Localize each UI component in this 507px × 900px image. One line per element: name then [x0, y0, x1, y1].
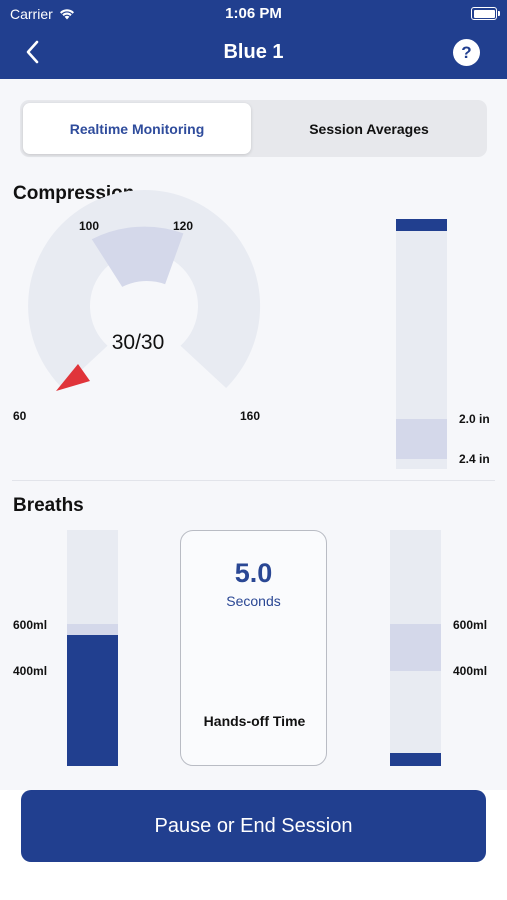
hands-off-time-card: 5.0 Seconds Hands-off Time: [180, 530, 327, 766]
breath-label-400-right: 400ml: [453, 664, 488, 678]
depth-current-marker: [396, 219, 447, 231]
breath-target-zone-left: [67, 624, 118, 635]
status-bar: Carrier 1:06 PM: [0, 0, 507, 28]
hands-off-label: Hands-off Time: [203, 713, 306, 729]
breath-volume-fill-right: [390, 753, 441, 766]
compression-rate-gauge: [28, 189, 261, 391]
help-button[interactable]: ?: [453, 39, 480, 66]
gauge-tick-100: 100: [79, 219, 100, 233]
breath-label-400-left: 400ml: [13, 664, 48, 678]
depth-label-2-4: 2.4 in: [459, 452, 490, 466]
pause-end-session-button[interactable]: Pause or End Session: [21, 790, 486, 862]
hands-off-value: 5.0: [234, 558, 273, 588]
gauge-tick-120: 120: [173, 219, 194, 233]
breath-label-600-right: 600ml: [453, 618, 488, 632]
nav-header: Carrier 1:06 PM Blue 1 ?: [0, 0, 507, 79]
monitoring-panel: Realtime Monitoring Session Averages Com…: [0, 79, 507, 790]
breath-volume-bar-left: [67, 530, 118, 766]
hands-off-unit: Seconds: [226, 593, 281, 609]
breath-label-600-left: 600ml: [13, 618, 48, 632]
breath-volume-fill-left: [67, 635, 118, 766]
status-time: 1:06 PM: [225, 5, 282, 22]
compression-depth-bar: [396, 219, 447, 469]
depth-label-2-0: 2.0 in: [459, 412, 490, 426]
breath-volume-bar-right: [390, 530, 441, 766]
depth-target-zone: [396, 419, 447, 459]
gauge-value: 30/30: [111, 331, 165, 354]
gauge-target-zone: [91, 226, 184, 287]
battery-icon: [471, 7, 500, 20]
gauge-tick-60: 60: [13, 409, 27, 423]
section-divider: [12, 480, 495, 481]
breath-target-zone-right: [390, 624, 441, 671]
page-title: Blue 1: [223, 41, 284, 63]
breaths-title: Breaths: [13, 495, 84, 516]
gauge-track: [28, 189, 261, 388]
gauge-tick-160: 160: [240, 409, 261, 423]
